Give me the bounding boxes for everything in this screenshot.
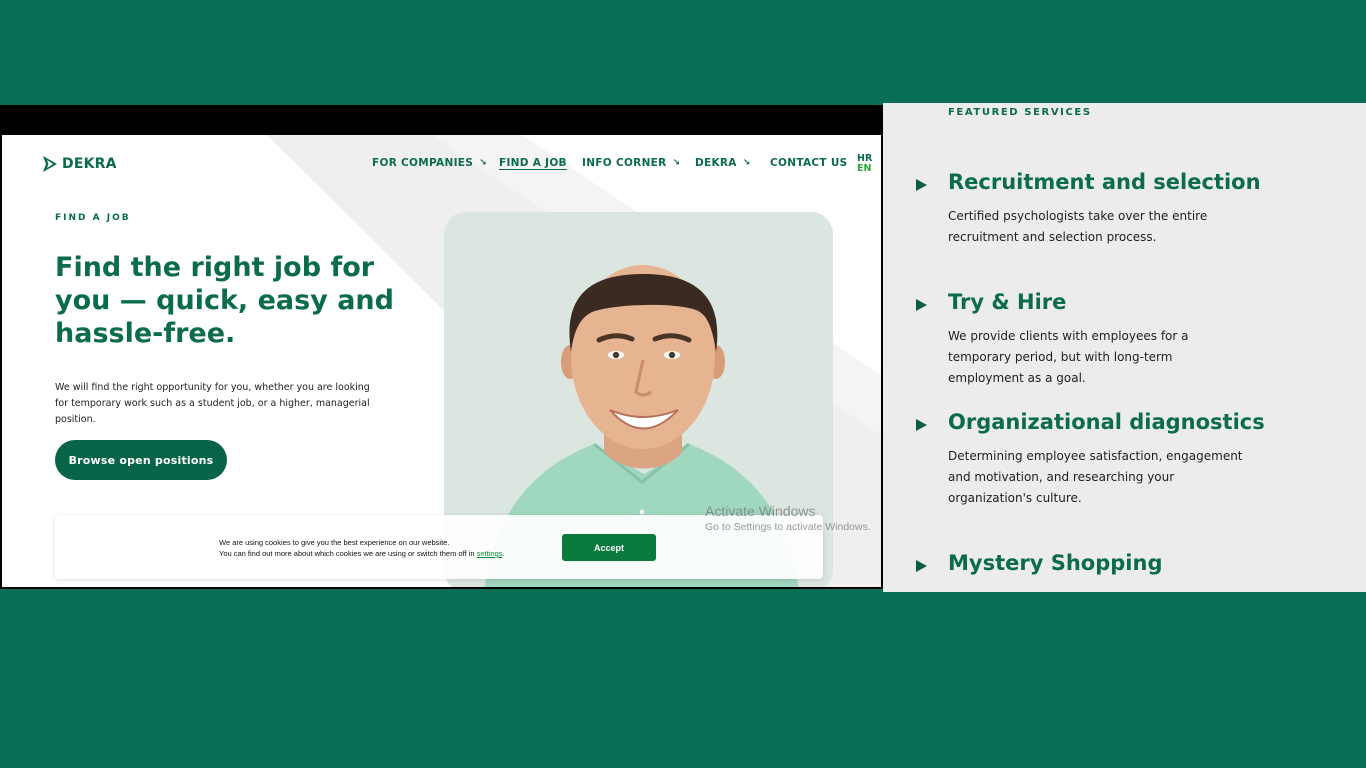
play-arrow-icon <box>916 299 927 311</box>
hero-title: Find the right job for you — quick, easy… <box>55 252 394 349</box>
activate-windows-watermark: Activate Windows Go to Settings to activ… <box>705 503 871 535</box>
service-title[interactable]: Mystery Shopping <box>948 551 1162 575</box>
cookie-message: We are using cookies to give you the bes… <box>219 537 505 559</box>
arrow-down-right-icon: ↘ <box>479 158 487 168</box>
service-title[interactable]: Organizational diagnostics <box>948 410 1265 434</box>
play-arrow-icon <box>916 179 927 191</box>
featured-services-panel: FEATURED SERVICES Recruitment and select… <box>883 103 1366 592</box>
watermark-subtitle: Go to Settings to activate Windows. <box>705 521 871 533</box>
hero-description: We will find the right opportunity for y… <box>55 382 370 425</box>
cookie-line-2-end: . <box>502 549 505 558</box>
accept-cookies-button[interactable]: Accept <box>562 534 656 561</box>
cookie-line-2: You can find out more about which cookie… <box>219 548 505 559</box>
nav-label: INFO CORNER <box>582 157 667 169</box>
section-eyebrow: FIND A JOB <box>55 213 131 223</box>
nav-for-companies[interactable]: FOR COMPANIES ↘ <box>372 157 487 169</box>
nav-label: CONTACT US <box>770 157 848 169</box>
browse-positions-button[interactable]: Browse open positions <box>55 440 227 480</box>
cookie-line-1: We are using cookies to give you the bes… <box>219 538 450 547</box>
website-screenshot: DEKRA FOR COMPANIES ↘ FIND A JOB INFO CO… <box>0 105 883 589</box>
service-title[interactable]: Recruitment and selection <box>948 170 1261 194</box>
nav-dekra[interactable]: DEKRA ↘ <box>695 157 751 169</box>
cookie-line-2-text: You can find out more about which cookie… <box>219 549 475 558</box>
nav-contact-us[interactable]: CONTACT US <box>770 157 848 169</box>
service-description: We provide clients with employees for a … <box>948 329 1189 385</box>
nav-label: FIND A JOB <box>499 157 567 169</box>
language-switcher: HR EN <box>857 154 872 174</box>
nav-label: FOR COMPANIES <box>372 157 474 169</box>
service-description: Certified psychologists take over the en… <box>948 209 1208 244</box>
watermark-title: Activate Windows <box>705 503 816 519</box>
arrow-down-right-icon: ↘ <box>672 158 681 168</box>
nav-find-a-job[interactable]: FIND A JOB <box>499 157 567 169</box>
cookie-settings-link[interactable]: settings <box>477 549 503 558</box>
site-header: DEKRA FOR COMPANIES ↘ FIND A JOB INFO CO… <box>2 135 881 195</box>
service-title[interactable]: Try & Hire <box>948 290 1066 314</box>
play-arrow-icon <box>916 419 927 431</box>
play-arrow-icon <box>916 560 927 572</box>
service-description: Determining employee satisfaction, engag… <box>948 449 1243 505</box>
panel-eyebrow: FEATURED SERVICES <box>948 107 1092 118</box>
main-nav: FOR COMPANIES ↘ FIND A JOB INFO CORNER ↘… <box>2 157 881 173</box>
nav-label: DEKRA <box>695 157 737 169</box>
nav-info-corner[interactable]: INFO CORNER ↘ <box>582 157 680 169</box>
lang-en[interactable]: EN <box>857 164 872 174</box>
arrow-down-right-icon: ↘ <box>742 158 751 168</box>
